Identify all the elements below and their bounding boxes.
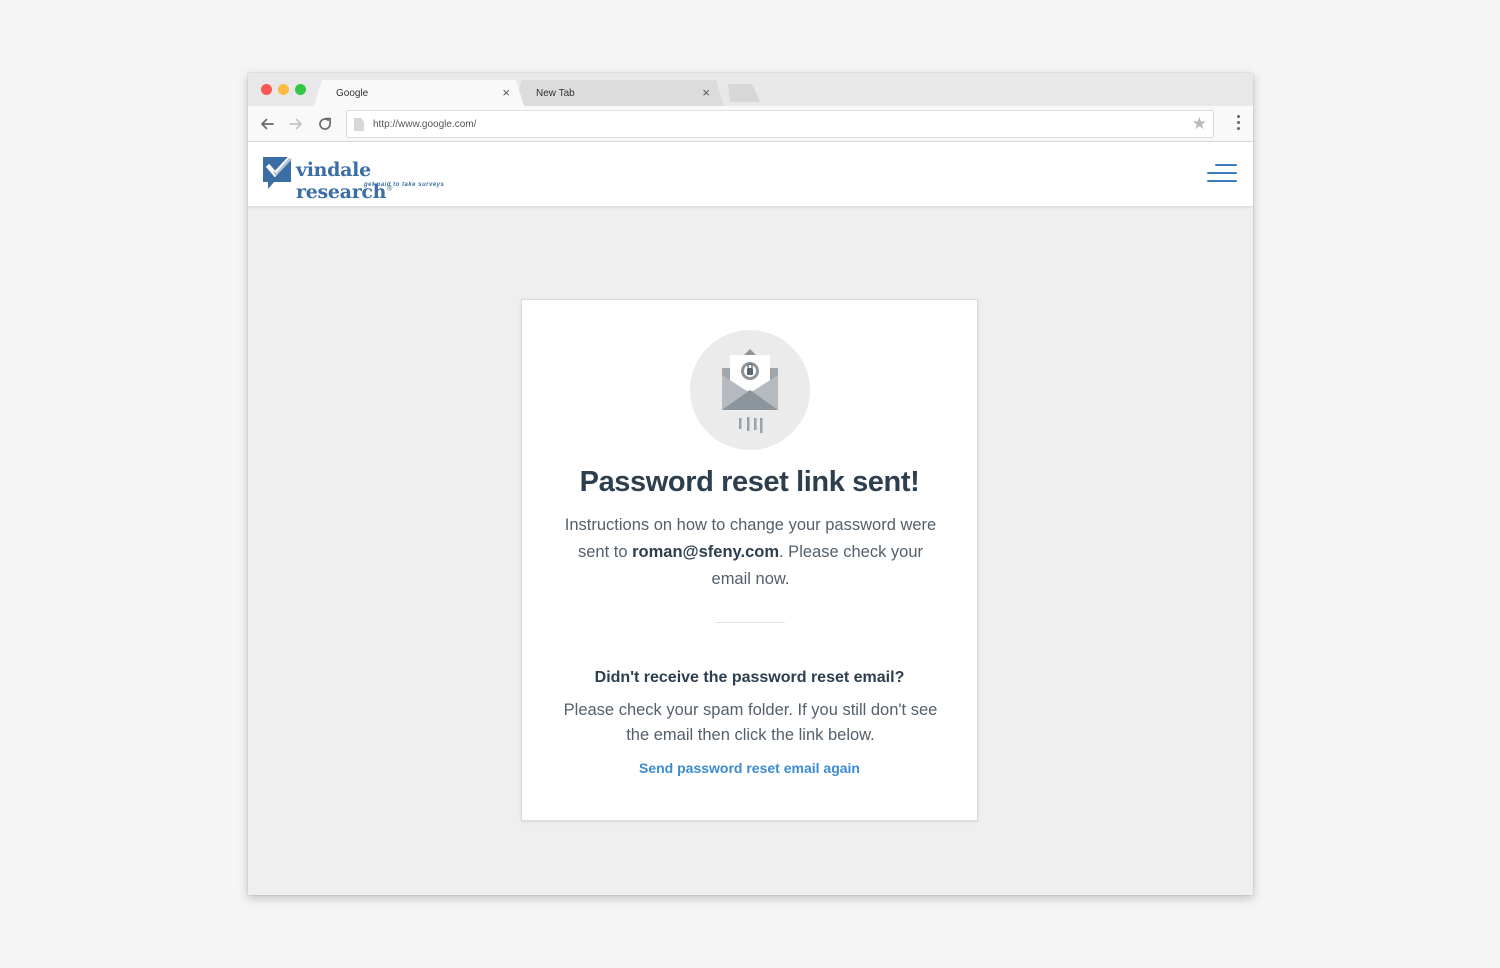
reset-confirmation-card: Password reset link sent! Instructions o… <box>521 299 978 821</box>
tab-google[interactable]: Google × <box>314 80 524 106</box>
hamburger-icon[interactable] <box>1207 164 1237 184</box>
site-logo[interactable]: vindale research® get paid to take surve… <box>262 154 462 203</box>
logo-name: vindale research® <box>296 159 393 203</box>
close-icon[interactable]: × <box>702 85 710 100</box>
logo-check-icon <box>262 154 294 191</box>
resend-email-link[interactable]: Send password reset email again <box>522 760 977 776</box>
back-arrow-icon[interactable] <box>256 113 278 135</box>
tab-title: Google <box>336 88 369 99</box>
tab-strip: Google × New Tab × <box>248 73 1253 106</box>
card-title: Password reset link sent! <box>579 466 920 498</box>
browser-toolbar: http://www.google.com/ ★ <box>248 106 1253 142</box>
address-bar[interactable]: http://www.google.com/ ★ <box>346 110 1214 138</box>
new-tab-button[interactable] <box>722 84 760 102</box>
logo-tagline: get paid to take surveys <box>364 182 445 188</box>
minimize-window-button[interactable] <box>278 84 289 95</box>
envelope-lock-icon <box>690 330 810 450</box>
card-subtitle: Didn't receive the password reset email? <box>594 669 905 686</box>
card-hint: Please check your spam folder. If you st… <box>563 701 938 744</box>
browser-window: Google × New Tab × http://www.google.com… <box>248 73 1253 895</box>
menu-dots-icon[interactable] <box>1237 115 1241 133</box>
email-address: roman@sfeny.com <box>632 543 780 561</box>
divider <box>715 622 785 623</box>
url-text[interactable]: http://www.google.com/ <box>373 119 476 130</box>
tab-title: New Tab <box>536 88 575 99</box>
reload-icon[interactable] <box>314 113 336 135</box>
page-icon <box>354 118 364 131</box>
maximize-window-button[interactable] <box>295 84 306 95</box>
close-icon[interactable]: × <box>502 85 510 100</box>
forward-arrow-icon[interactable] <box>285 113 307 135</box>
site-header: vindale research® get paid to take surve… <box>248 142 1253 206</box>
card-body: Instructions on how to change your passw… <box>564 516 937 588</box>
star-icon[interactable]: ★ <box>1192 114 1207 134</box>
close-window-button[interactable] <box>261 84 272 95</box>
tab-new-tab[interactable]: New Tab × <box>514 80 724 106</box>
